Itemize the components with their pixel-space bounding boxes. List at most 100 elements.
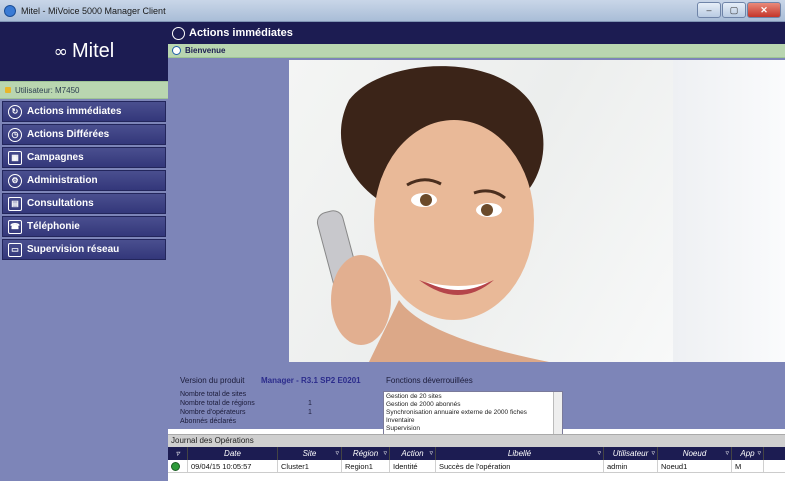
sidebar-item-telephonie[interactable]: ☎ Téléphonie	[2, 216, 166, 237]
column-selector[interactable]: ▿	[168, 447, 188, 460]
sidebar-item-label: Campagnes	[27, 152, 84, 163]
woman-on-phone-image	[316, 66, 549, 362]
list-item: Gestion de 2000 abonnés	[386, 401, 461, 408]
cell-extra	[764, 460, 785, 472]
table-row[interactable]: 09/04/15 10:05:57 Cluster1 Region1 Ident…	[168, 460, 785, 473]
user-label: Utilisateur: M7450	[15, 85, 80, 95]
welcome-label: Bienvenue	[185, 46, 226, 55]
stat-sites-label: Nombre total de sites	[180, 391, 247, 398]
filter-icon[interactable]: ▿	[383, 449, 387, 457]
window-controls: – ▢ ✕	[697, 2, 781, 18]
list-item: Synchronisation annuaire externe de 2000…	[386, 409, 527, 416]
column-site[interactable]: Site ▿	[278, 447, 342, 460]
stat-subscribers-label: Abonnés déclarés	[180, 418, 237, 425]
list-item: Gestion de 20 sites	[386, 393, 442, 400]
features-label: Fonctions déverrouillées	[386, 376, 473, 385]
filter-icon[interactable]: ▿	[757, 449, 761, 457]
filter-icon[interactable]: ▿	[651, 449, 655, 457]
sidebar-item-campagnes[interactable]: ▦ Campagnes	[2, 147, 166, 168]
welcome-tab[interactable]: Bienvenue	[168, 44, 785, 58]
refresh-icon	[172, 26, 185, 40]
column-label: Noeud	[682, 449, 707, 458]
cell-site: Cluster1	[278, 460, 342, 472]
column-extra	[764, 447, 785, 460]
refresh-icon: ↻	[8, 104, 22, 119]
cell-region: Region1	[342, 460, 390, 472]
journal-title: Journal des Opérations	[168, 434, 785, 447]
minimize-button[interactable]: –	[697, 2, 721, 18]
app-icon	[4, 4, 16, 17]
product-info: Version du produit Manager - R3.1 SP2 E0…	[168, 364, 785, 435]
stat-regions-value: 1	[308, 400, 312, 407]
column-libelle[interactable]: Libellé ▿	[436, 447, 604, 460]
page-header: Actions immédiates	[168, 22, 785, 44]
sidebar-item-administration[interactable]: ⚙ Administration	[2, 170, 166, 191]
sidebar-nav: ↻ Actions immédiates ◷ Actions Différées…	[0, 101, 168, 260]
wrench-icon: ⚙	[8, 173, 22, 188]
column-label: Date	[224, 449, 241, 458]
column-date[interactable]: Date	[188, 447, 278, 460]
close-button[interactable]: ✕	[747, 2, 781, 18]
phone-icon: ☎	[8, 219, 22, 234]
list-item: Inventaire	[386, 417, 415, 424]
user-icon	[5, 87, 11, 93]
list-item: Supervision	[386, 425, 420, 432]
stat-regions-label: Nombre total de régions	[180, 400, 255, 407]
book-icon: ▤	[8, 196, 22, 211]
sidebar-item-label: Supervision réseau	[27, 244, 120, 255]
sidebar-item-label: Administration	[27, 175, 98, 186]
cell-libelle: Succès de l'opération	[436, 460, 604, 472]
column-region[interactable]: Région ▿	[342, 447, 390, 460]
window-titlebar: Mitel - MiVoice 5000 Manager Client – ▢ …	[0, 0, 785, 22]
version-label: Version du produit	[180, 376, 245, 385]
mitel-logo-icon: ∞	[53, 41, 68, 62]
sidebar-item-label: Consultations	[27, 198, 94, 209]
sidebar-item-consultations[interactable]: ▤ Consultations	[2, 193, 166, 214]
monitor-icon: ▭	[8, 242, 22, 257]
logo-text: Mitel	[71, 40, 115, 62]
cell-user: admin	[604, 460, 658, 472]
cell-node: Noeud1	[658, 460, 732, 472]
clock-icon: ◷	[8, 127, 22, 142]
column-utilisateur[interactable]: Utilisateur ▿	[604, 447, 658, 460]
column-label: Région	[352, 449, 379, 458]
welcome-photo	[289, 60, 673, 362]
column-label: App	[740, 449, 755, 458]
column-label: Site	[302, 449, 317, 458]
filter-icon[interactable]: ▿	[597, 449, 601, 457]
row-status	[168, 460, 188, 472]
maximize-button[interactable]: ▢	[722, 2, 746, 18]
column-label: Utilisateur	[612, 449, 649, 458]
filter-icon: ▿	[175, 449, 180, 458]
stat-operators-label: Nombre d'opérateurs	[180, 409, 246, 416]
column-label: Libellé	[507, 449, 532, 458]
sidebar: ∞ Mitel Utilisateur: M7450 ↻ Actions imm…	[0, 22, 168, 481]
user-bar: Utilisateur: M7450	[0, 81, 168, 99]
sidebar-item-supervision-reseau[interactable]: ▭ Supervision réseau	[2, 239, 166, 260]
column-noeud[interactable]: Noeud ▿	[658, 447, 732, 460]
sidebar-item-actions-immediates[interactable]: ↻ Actions immédiates	[2, 101, 166, 122]
sidebar-item-label: Téléphonie	[27, 221, 80, 232]
main-panel: Actions immédiates Bienvenue Version du …	[168, 22, 785, 481]
features-scrollbar[interactable]	[553, 392, 562, 434]
features-list[interactable]: Gestion de 20 sites Gestion de 2000 abon…	[383, 391, 563, 435]
campaign-icon: ▦	[8, 150, 22, 165]
cell-date: 09/04/15 10:05:57	[188, 460, 278, 472]
filter-icon[interactable]: ▿	[335, 449, 339, 457]
cell-app: M	[732, 460, 764, 472]
sidebar-item-label: Actions immédiates	[27, 106, 122, 117]
sidebar-item-actions-differees[interactable]: ◷ Actions Différées	[2, 124, 166, 145]
sidebar-item-label: Actions Différées	[27, 129, 110, 140]
welcome-content	[168, 58, 785, 364]
info-icon	[172, 46, 181, 55]
filter-icon[interactable]: ▿	[429, 449, 433, 457]
search-ok-icon	[171, 461, 180, 471]
cell-action: Identité	[390, 460, 436, 472]
column-action[interactable]: Action ▿	[390, 447, 436, 460]
column-app[interactable]: App ▿	[732, 447, 764, 460]
window-title: Mitel - MiVoice 5000 Manager Client	[21, 5, 166, 16]
version-value: Manager - R3.1 SP2 E0201	[261, 376, 361, 385]
photo-background	[673, 60, 785, 362]
filter-icon[interactable]: ▿	[725, 449, 729, 457]
stat-operators-value: 1	[308, 409, 312, 416]
